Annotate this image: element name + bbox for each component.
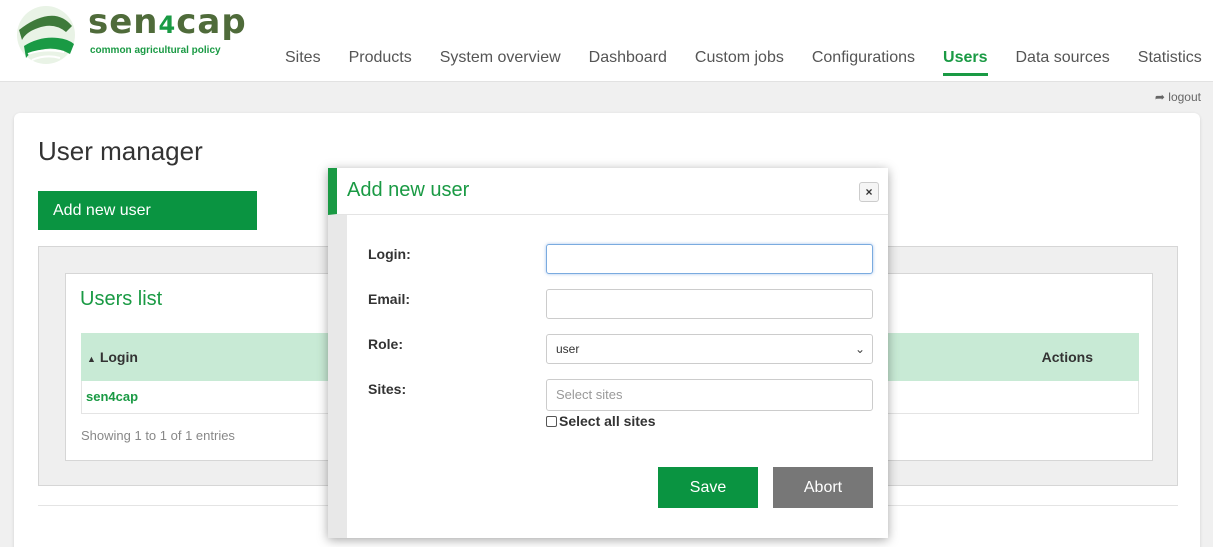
column-header-actions: Actions [1041,349,1093,365]
logout-label: logout [1168,90,1201,104]
nav-item-sites[interactable]: Sites [285,46,321,76]
brand-part-four: 4 [158,11,177,39]
sort-asc-icon: ▲ [87,354,96,364]
brand-logo-text: sen4cap [88,2,247,45]
brand-tagline: common agricultural policy [90,45,221,56]
select-all-checkbox[interactable] [546,415,557,427]
globe-logo-icon [17,6,75,64]
nav-item-products[interactable]: Products [349,46,412,76]
select-all-sites[interactable]: Select all sites [546,413,656,429]
email-field[interactable] [546,289,873,319]
logout-link[interactable]: ➦ logout [1155,90,1201,104]
logout-icon: ➦ [1154,90,1165,104]
column-header-login[interactable]: ▲ Login [87,349,138,365]
main-nav: Sites Products System overview Dashboard… [285,46,1202,76]
chevron-down-icon: ⌄ [854,342,865,356]
login-field[interactable] [546,244,873,274]
sites-label: Sites: [368,381,407,397]
abort-button[interactable]: Abort [773,467,873,508]
page-title: User manager [38,136,203,166]
column-header-login-label: Login [99,349,138,365]
select-all-label: Select all sites [559,413,656,429]
nav-item-system-overview[interactable]: System overview [440,46,561,76]
user-login-link[interactable]: sen4cap [86,389,138,404]
role-label: Role: [368,336,403,352]
add-user-dialog: Add new user × Login: Email: Role: user … [328,168,888,538]
dialog-header: Add new user × [328,168,888,215]
dialog-side-bar [328,215,347,538]
nav-item-custom-jobs[interactable]: Custom jobs [695,46,784,76]
top-header: sen4cap common agricultural policy Sites… [0,0,1213,82]
save-button[interactable]: Save [658,467,758,508]
nav-item-data-sources[interactable]: Data sources [1016,46,1110,76]
brand-part-cap: cap [176,2,247,42]
users-list-title: Users list [80,288,163,310]
role-selected-value: user [556,342,580,356]
add-new-user-button[interactable]: Add new user [38,191,257,230]
table-info: Showing 1 to 1 of 1 entries [81,428,235,443]
email-label: Email: [368,291,411,307]
sites-multiselect[interactable]: Select sites [546,379,873,411]
brand-part-sen: sen [88,2,159,42]
nav-item-users[interactable]: Users [943,46,988,76]
nav-item-dashboard[interactable]: Dashboard [589,46,667,76]
nav-item-statistics[interactable]: Statistics [1138,46,1202,76]
login-label: Login: [368,246,411,262]
role-select[interactable]: user ⌄ [546,334,873,364]
dialog-title: Add new user [347,179,470,201]
close-icon[interactable]: × [859,182,879,202]
nav-item-configurations[interactable]: Configurations [812,46,915,76]
